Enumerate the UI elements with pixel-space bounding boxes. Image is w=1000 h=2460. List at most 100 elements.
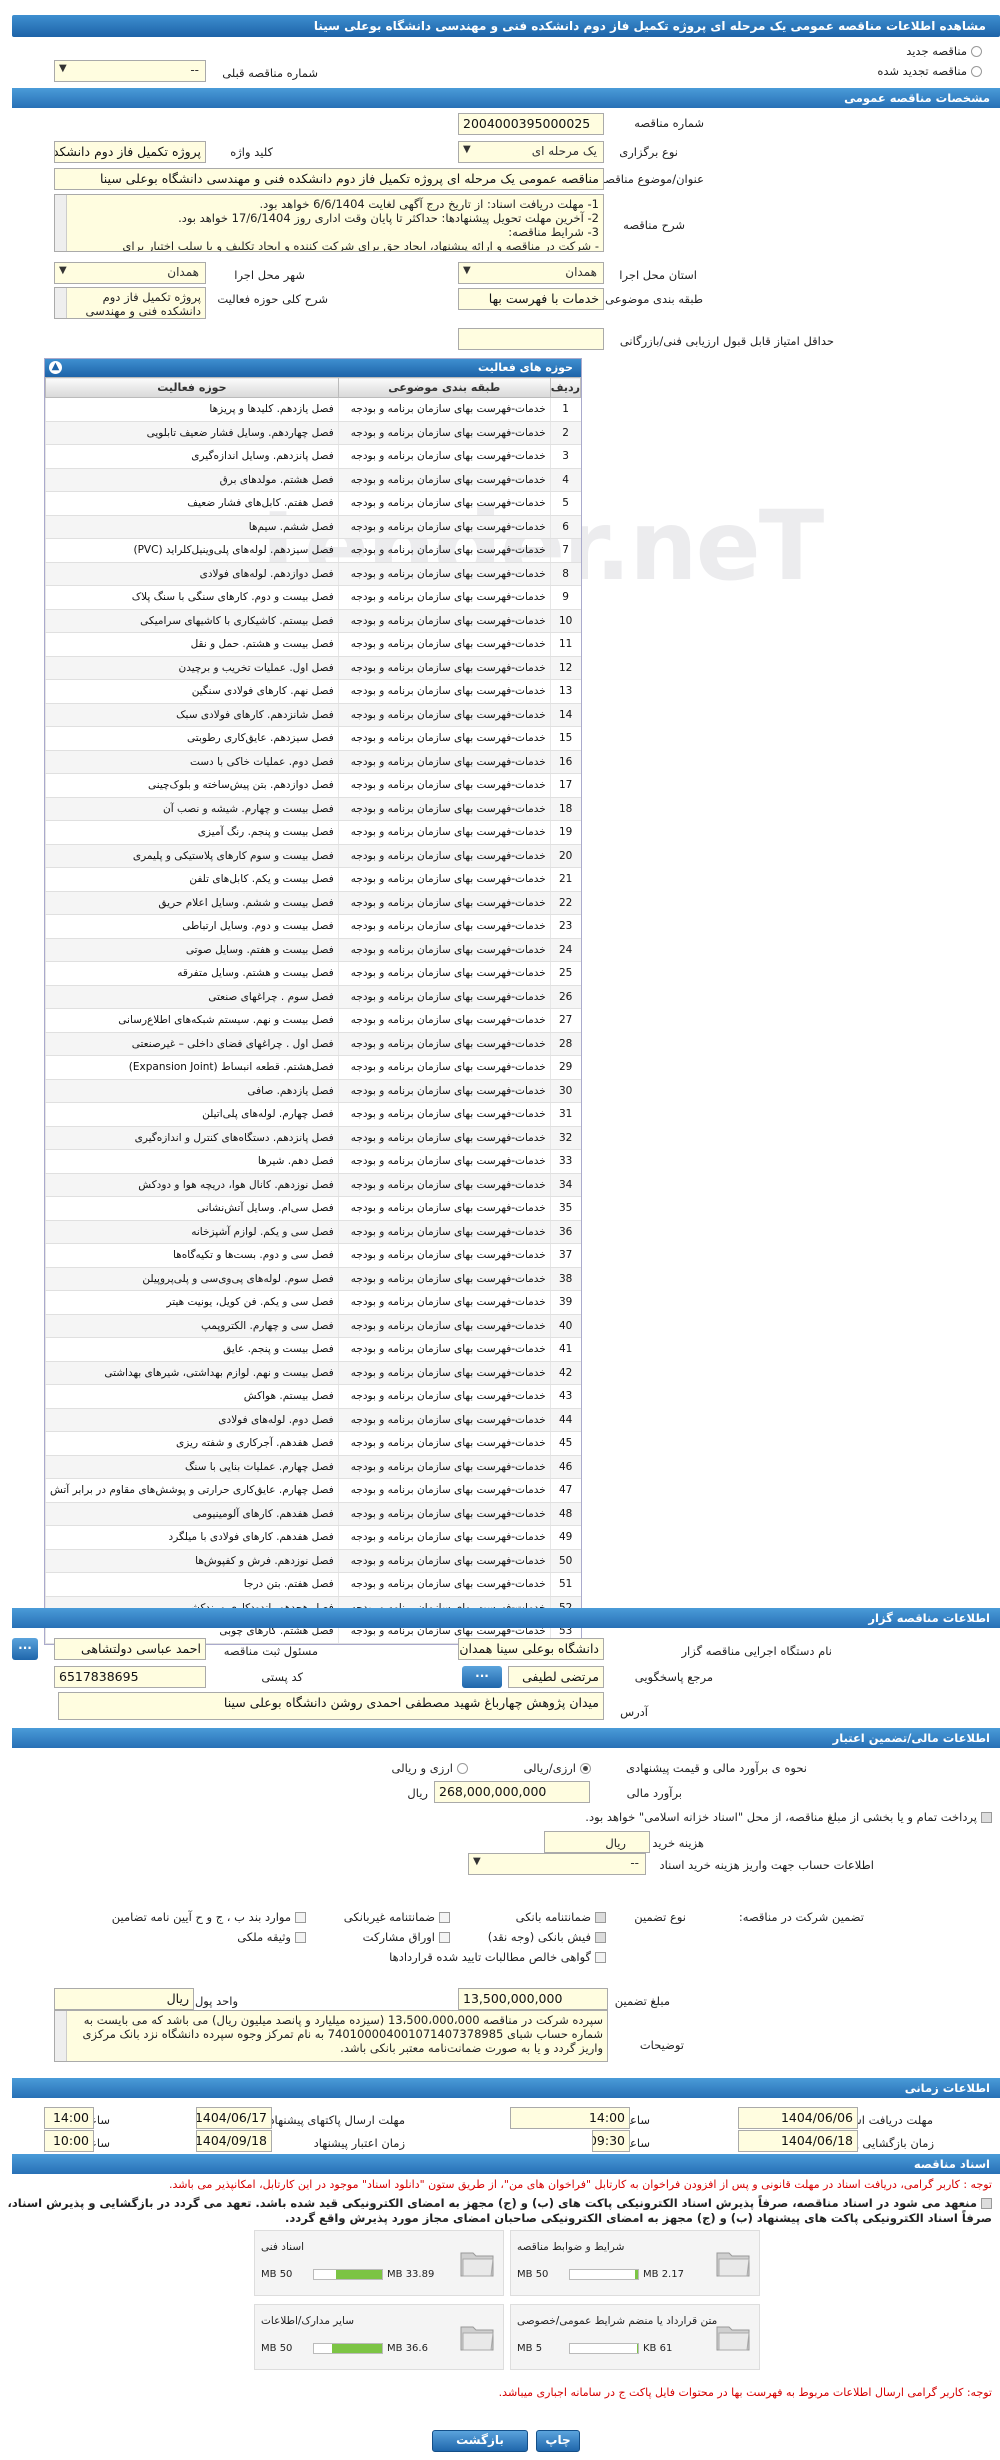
row-category: خدمات-فهرست بهای سازمان برنامه و بودجه xyxy=(337,1267,551,1291)
file-other[interactable]: سایر مدارک/اطلاعات 36.6 MB 50 MB xyxy=(254,2304,504,2370)
keyword-field[interactable]: پروژه تکمیل فاز دوم دانشکده xyxy=(54,141,206,163)
ref-field[interactable]: مرتضی لطیفی xyxy=(508,1666,604,1688)
scrollbar[interactable] xyxy=(55,2011,67,2061)
row-activity: فصل بیست و نهم. لوازم بهداشتی، شیرهای به… xyxy=(45,1361,339,1385)
new-tender-radio[interactable]: مناقصه جدید xyxy=(906,44,982,58)
file-conditions[interactable]: شرایط و ضوابط مناقصه 2.17 MB 50 MB xyxy=(510,2230,760,2296)
row-activity: فصل چهارم. عایق‌کاری حرارتی و پوشش‌های م… xyxy=(45,1478,339,1503)
table-row: 41 خدمات-فهرست بهای سازمان برنامه و بودجه… xyxy=(45,1337,581,1362)
row-category: خدمات-فهرست بهای سازمان برنامه و بودجه xyxy=(337,1478,551,1503)
registrar-field[interactable]: احمد عباسی دولتشاهی xyxy=(54,1638,206,1660)
amount-field[interactable]: 268,000,000,000 xyxy=(434,1781,590,1803)
unit-label: واحد پول xyxy=(194,1994,238,2008)
explanation-textarea[interactable]: سپرده شرکت در مناقصه 13،500،000،000 (سیز… xyxy=(54,2010,608,2062)
ref-lookup-button[interactable]: ... xyxy=(462,1666,502,1688)
device-field[interactable]: دانشگاه بوعلی سینا همدان xyxy=(458,1638,604,1660)
address-label: آدرس xyxy=(620,1705,648,1719)
open-date[interactable]: 1404/06/18 xyxy=(738,2130,858,2152)
row-category: خدمات-فهرست بهای سازمان برنامه و بودجه xyxy=(337,985,551,1009)
g-property-check[interactable]: وثیقه ملکی xyxy=(237,1930,306,1944)
row-number: 38 xyxy=(549,1267,581,1291)
commit-checkbox[interactable] xyxy=(981,2198,992,2209)
city-select[interactable]: همدان ▼ xyxy=(54,262,206,284)
row-activity: فصل نوزدهم. کانال هوا، دریچه هوا و دودکش xyxy=(45,1173,339,1197)
folder-icon xyxy=(715,2245,751,2279)
row-number: 35 xyxy=(549,1196,581,1221)
postal-field[interactable]: 6517838695 xyxy=(54,1666,206,1688)
g-bank-check[interactable]: ضمانتنامه بانکی xyxy=(516,1910,606,1924)
doc-cost-field[interactable] xyxy=(544,1831,650,1853)
prev-tender-select[interactable]: -- ▼ xyxy=(54,60,206,82)
file-technical[interactable]: اسناد فنی 33.89 MB 50 MB xyxy=(254,2230,504,2296)
valid-date[interactable]: 1404/09/18 xyxy=(196,2130,272,2152)
submit-date[interactable]: 1404/06/17 xyxy=(196,2107,272,2129)
row-category: خدمات-فهرست بهای سازمان برنامه و بودجه xyxy=(337,844,551,868)
amount-label: برآورد مالی xyxy=(626,1786,682,1800)
doc-recv-date[interactable]: 1404/06/06 xyxy=(738,2107,858,2129)
activities-header: حوزه های فعالیت ▲ xyxy=(45,359,581,377)
scrollbar[interactable] xyxy=(55,288,67,318)
scope-textarea[interactable]: پروژه تکمیل فاز دوم دانشکده فنی و مهندسی xyxy=(54,287,206,319)
guarantee-label: تضمین شرکت در مناقصه: xyxy=(738,1910,864,1924)
row-category: خدمات-فهرست بهای سازمان برنامه و بودجه xyxy=(337,1290,551,1315)
folder-icon xyxy=(715,2319,751,2353)
min-score-field[interactable] xyxy=(458,328,604,350)
tender-number-field[interactable]: 2004000395000025 xyxy=(458,113,604,135)
g-cash-check[interactable]: فیش بانکی (وجه نقد) xyxy=(488,1930,606,1944)
valid-time[interactable]: 10:00 xyxy=(44,2130,94,2152)
table-row: 31 خدمات-فهرست بهای سازمان برنامه و بودجه… xyxy=(45,1102,581,1127)
row-number: 20 xyxy=(549,844,581,868)
row-number: 17 xyxy=(549,773,581,798)
row-activity: فصل بیست و پنجم. عایق xyxy=(45,1337,339,1362)
both-radio[interactable]: ارزی و ریالی xyxy=(391,1761,468,1775)
row-number: 46 xyxy=(549,1455,581,1479)
row-activity: فصل پانزدهم. وسایل اندازه‌گیری xyxy=(45,444,339,469)
table-row: 49 خدمات-فهرست بهای سازمان برنامه و بودجه… xyxy=(45,1525,581,1550)
account-select[interactable]: -- ▼ xyxy=(468,1853,646,1875)
row-activity: فصل نوزدهم. فرش و کفپوش‌ها xyxy=(45,1549,339,1573)
table-row: 6 خدمات-فهرست بهای سازمان برنامه و بودجه ف… xyxy=(45,515,581,539)
desc-line: 2- آخرین مهلت تحویل پیشنهادها: حداکثر تا… xyxy=(178,211,599,225)
unit-field[interactable]: ریال xyxy=(54,1988,194,2010)
row-number: 22 xyxy=(549,891,581,915)
address-field[interactable]: میدان پژوهش چهارباغ شهید مصطفی احمدی روش… xyxy=(58,1692,604,1720)
table-row: 33 خدمات-فهرست بهای سازمان برنامه و بودجه… xyxy=(45,1149,581,1174)
row-activity: فصل هشتم. مولدهای برق xyxy=(45,468,339,492)
row-category: خدمات-فهرست بهای سازمان برنامه و بودجه xyxy=(337,679,551,704)
rial-unit: ریال xyxy=(407,1786,428,1800)
row-activity: فصل بیست و یکم. کابل‌های تلفن xyxy=(45,867,339,892)
docs-note-prices: توجه: کاربر گرامی ارسال اطلاعات مربوط به… xyxy=(498,2386,992,2399)
registrar-lookup-button[interactable]: ... xyxy=(12,1638,38,1660)
scope-label: شرح کلی حوزه فعالیت xyxy=(217,292,328,306)
g-nonbank-check[interactable]: ضمانتنامه غیربانکی xyxy=(344,1910,450,1924)
g-claims-check[interactable]: گواهی خالص مطالبات تایید شده قراردادها xyxy=(389,1950,606,1964)
submit-time[interactable]: 14:00 xyxy=(44,2107,94,2129)
row-number: 29 xyxy=(549,1055,581,1080)
collapse-icon[interactable]: ▲ xyxy=(49,361,62,374)
back-button[interactable]: بازگشت xyxy=(432,2430,528,2452)
subject-field[interactable]: مناقصه عمومی یک مرحله ای پروژه تکمیل فاز… xyxy=(54,168,604,190)
g-amount-field[interactable]: 13,500,000,000 xyxy=(458,1988,608,2010)
doc-recv-time[interactable]: 14:00 xyxy=(510,2107,630,2129)
table-row: 18 خدمات-فهرست بهای سازمان برنامه و بودجه… xyxy=(45,797,581,821)
row-category: خدمات-فهرست بهای سازمان برنامه و بودجه xyxy=(337,491,551,516)
row-number: 8 xyxy=(549,562,581,586)
category-field[interactable]: خدمات با فهرست بها xyxy=(458,288,604,310)
print-button[interactable]: چاپ xyxy=(536,2430,580,2452)
tender-type-select[interactable]: یک مرحله ای ▼ xyxy=(458,141,604,163)
open-time[interactable]: 09:30 xyxy=(592,2130,630,2152)
table-row: 47 خدمات-فهرست بهای سازمان برنامه و بودجه… xyxy=(45,1478,581,1503)
row-category: خدمات-فهرست بهای سازمان برنامه و بودجه xyxy=(337,1196,551,1221)
description-textarea[interactable]: 1- مهلت دریافت اسناد: از تاریخ درج آگهی … xyxy=(54,194,604,252)
table-row: 48 خدمات-فهرست بهای سازمان برنامه و بودجه… xyxy=(45,1502,581,1526)
g-other-check[interactable]: موارد بند ب ، ج و ح آیین نامه تضامین xyxy=(112,1910,306,1924)
renewed-tender-radio[interactable]: مناقصه تجدید شده xyxy=(877,64,982,78)
rial-radio[interactable]: ارزی/ریالی xyxy=(523,1761,591,1775)
row-category: خدمات-فهرست بهای سازمان برنامه و بودجه xyxy=(337,515,551,539)
treasury-checkbox[interactable]: پرداخت تمام و یا بخشی از مبلغ مناقصه، از… xyxy=(585,1810,992,1824)
scrollbar[interactable] xyxy=(55,195,67,251)
row-number: 49 xyxy=(549,1525,581,1550)
province-select[interactable]: همدان ▼ xyxy=(458,262,604,284)
g-bonds-check[interactable]: اوراق مشارکت xyxy=(363,1930,450,1944)
file-contract[interactable]: متن قرارداد یا منضم شرایط عمومی/خصوصی 61… xyxy=(510,2304,760,2370)
